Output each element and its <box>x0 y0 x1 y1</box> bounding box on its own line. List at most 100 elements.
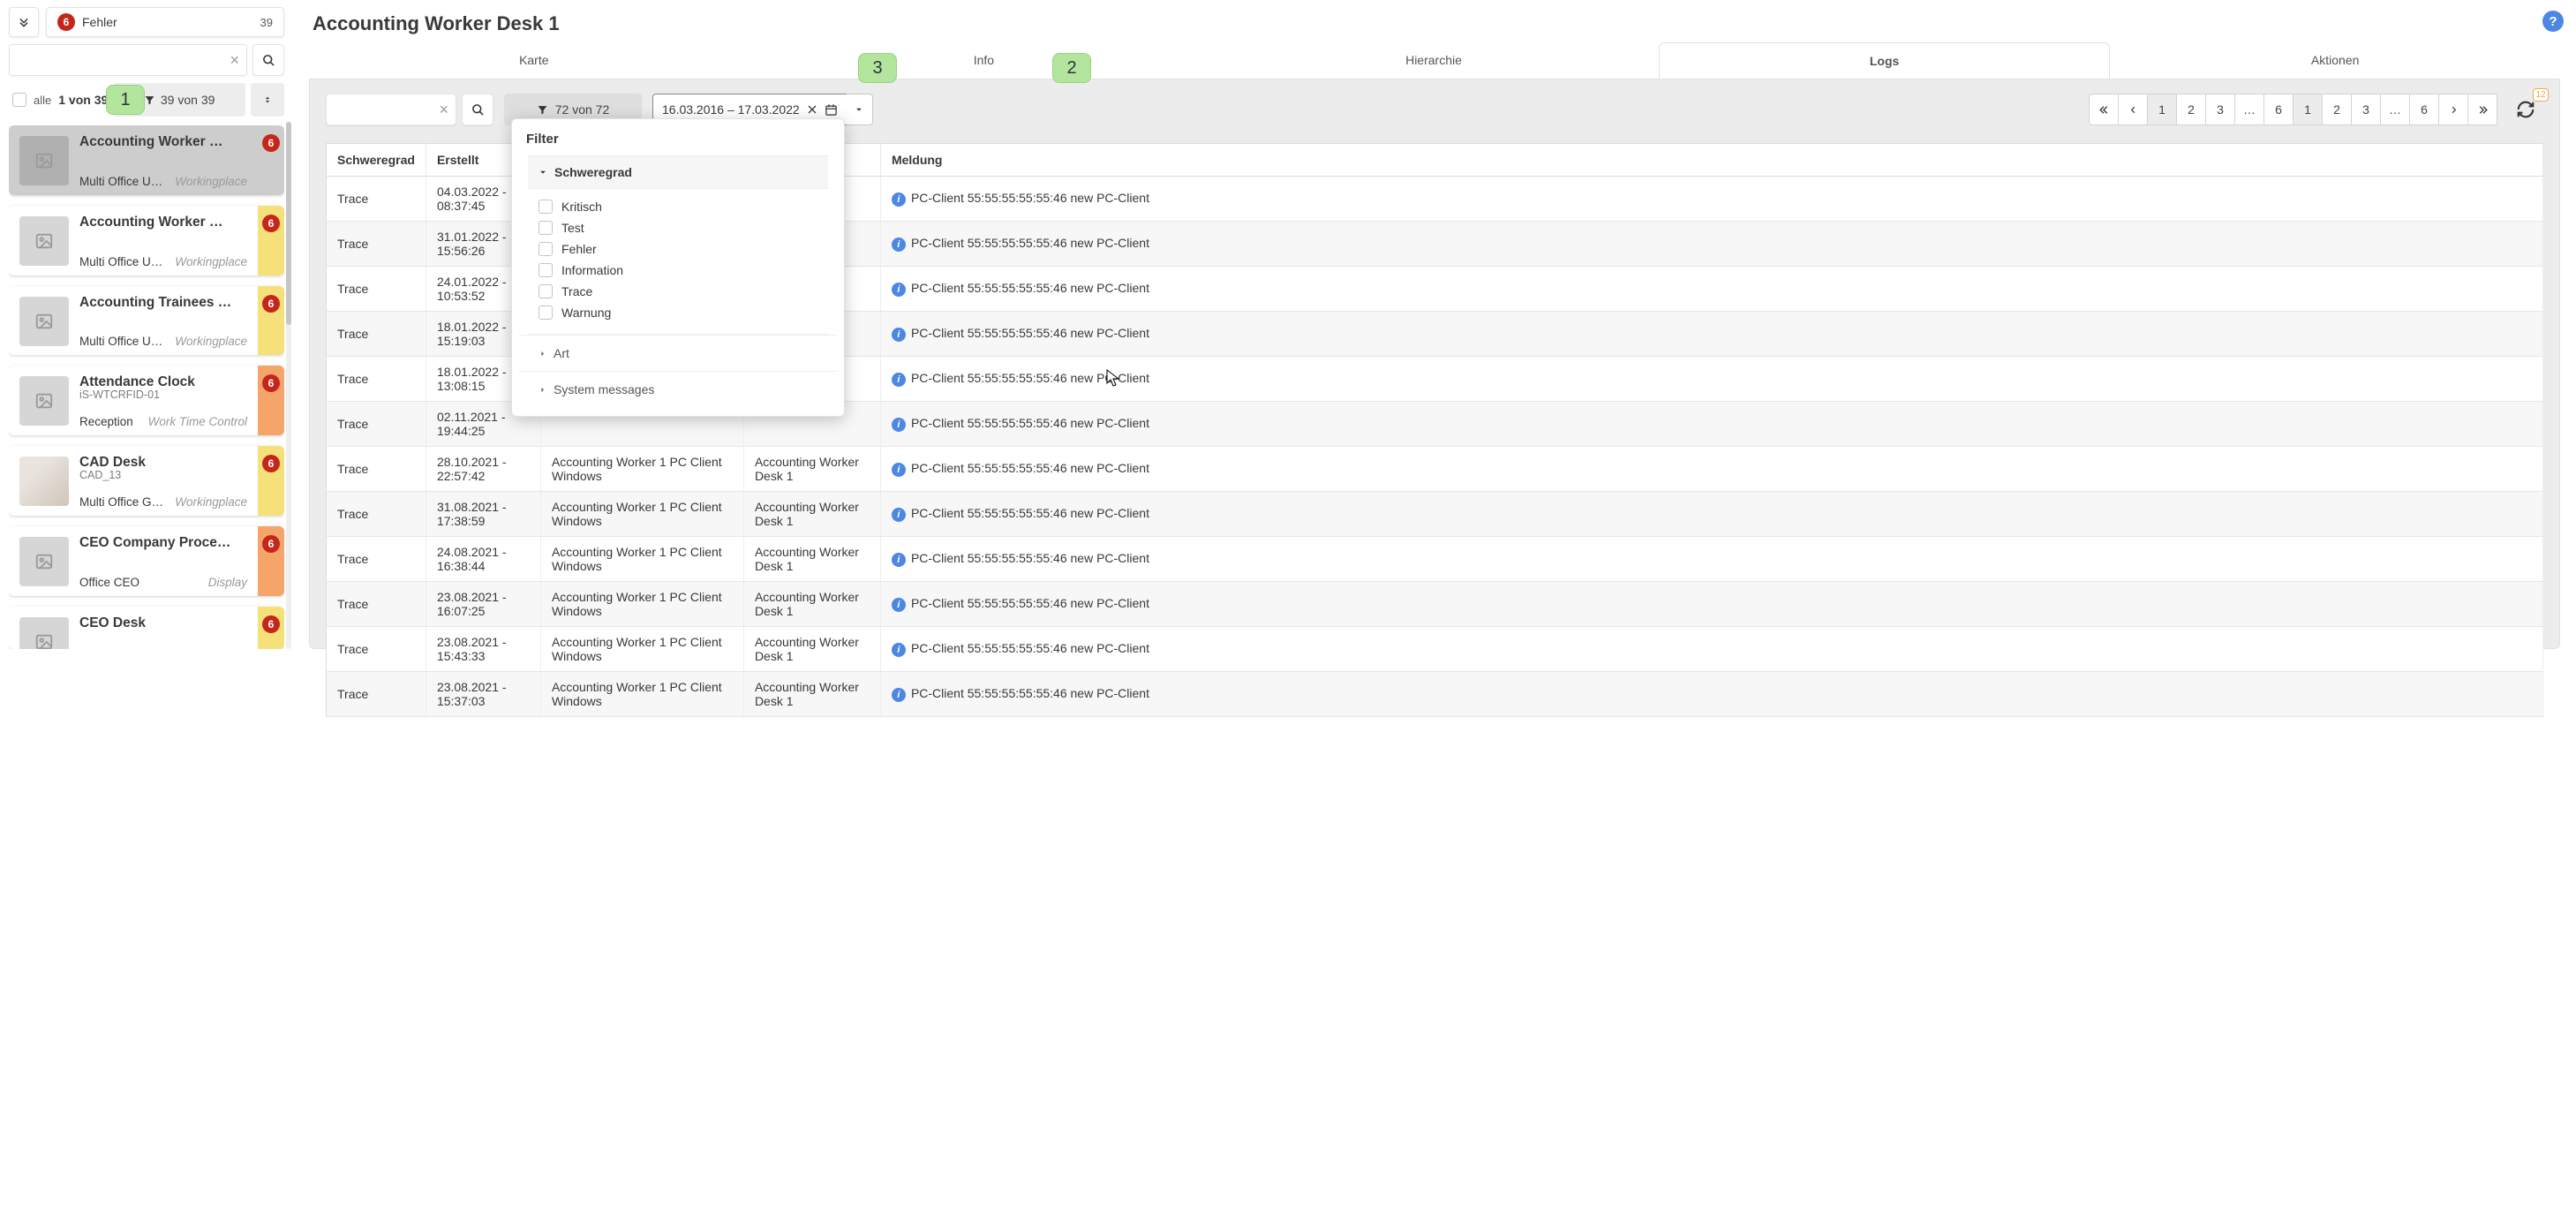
card-tag: Workingplace <box>175 495 247 509</box>
info-icon: i <box>892 643 906 657</box>
table-row[interactable]: Trace 23.08.2021 - 15:37:03 Accounting W… <box>327 672 2543 717</box>
table-header[interactable]: Schweregrad <box>327 144 426 177</box>
card-stripe: 6 <box>258 366 284 435</box>
status-badge: 6 <box>262 295 280 313</box>
filter-group-severity[interactable]: Schweregrad <box>528 156 828 189</box>
table-row[interactable]: Trace 24.08.2021 - 16:38:44 Accounting W… <box>327 537 2543 582</box>
page-title: Accounting Worker Desk 1 <box>313 12 2560 35</box>
filter-option-label: Test <box>561 221 584 235</box>
card-thumbnail <box>19 537 69 586</box>
filter-option[interactable]: Information <box>539 260 817 281</box>
page-ellipsis: … <box>2380 94 2410 125</box>
table-row[interactable]: Trace 23.08.2021 - 16:07:25 Accounting W… <box>327 582 2543 627</box>
tab-karte[interactable]: Karte <box>309 42 759 79</box>
checkbox-icon <box>539 306 553 320</box>
caret-down-icon <box>855 105 863 114</box>
date-range-dropdown[interactable] <box>847 94 873 125</box>
filter-option[interactable]: Warnung <box>539 302 817 323</box>
chevron-left-icon <box>2128 105 2138 115</box>
sidebar-search-input[interactable]: × <box>9 44 247 76</box>
filter-option[interactable]: Trace <box>539 281 817 302</box>
sidebar-scrollbar[interactable] <box>286 122 291 649</box>
card-location: Multi Office U… <box>79 335 162 348</box>
checkbox-icon <box>539 284 553 298</box>
filter-group-collapsed[interactable]: Art <box>519 335 837 371</box>
scroll-thumb[interactable] <box>286 122 291 325</box>
alle-label: alle <box>34 94 51 107</box>
card-stripe: 6 <box>258 446 284 516</box>
sidebar-card[interactable]: 6 Attendance Clock iS-WTCRFID-01 Recepti… <box>9 366 284 435</box>
filter-group-collapsed[interactable]: System messages <box>519 371 837 407</box>
cell-severity: Trace <box>327 627 426 672</box>
page-number[interactable]: 2 <box>2176 94 2206 125</box>
page-number[interactable]: 1 <box>2293 94 2323 125</box>
cell-severity: Trace <box>327 672 426 717</box>
close-icon[interactable] <box>807 104 817 115</box>
calendar-icon[interactable] <box>825 103 838 117</box>
info-icon: i <box>892 598 906 612</box>
cell-message: iPC-Client 55:55:55:55:55:46 new PC-Clie… <box>880 267 2542 312</box>
page-prev[interactable] <box>2118 94 2148 125</box>
image-icon <box>33 552 56 571</box>
logs-search-button[interactable] <box>462 94 493 125</box>
cell-severity: Trace <box>327 267 426 312</box>
sidebar: 6 Fehler 39 × alle 1 von 39 39 von 39 <box>0 0 293 649</box>
sidebar-card-list[interactable]: 6 Accounting Worker … Multi Office U…Wor… <box>9 125 284 649</box>
page-number[interactable]: 3 <box>2205 94 2235 125</box>
sidebar-search-button[interactable] <box>252 44 284 76</box>
page-last[interactable] <box>2467 94 2497 125</box>
checkbox-icon <box>12 93 26 107</box>
table-row[interactable]: Trace 28.10.2021 - 22:57:42 Accounting W… <box>327 447 2543 492</box>
filter-option-label: Fehler <box>561 242 597 256</box>
tab-aktionen[interactable]: Aktionen <box>2110 42 2560 79</box>
filter-option[interactable]: Kritisch <box>539 196 817 217</box>
filter-icon <box>144 94 155 106</box>
select-all-checkbox[interactable]: alle 1 von 39 <box>9 93 108 107</box>
table-row[interactable]: Trace 23.08.2021 - 15:43:33 Accounting W… <box>327 627 2543 672</box>
cell-message: iPC-Client 55:55:55:55:55:46 new PC-Clie… <box>880 582 2542 627</box>
tab-hierarchie[interactable]: Hierarchie <box>1209 42 1659 79</box>
cell-created: 23.08.2021 - 15:37:03 <box>426 672 540 717</box>
page-number[interactable]: 1 <box>2147 94 2177 125</box>
tab-logs[interactable]: Logs <box>1659 42 2111 79</box>
sidebar-card[interactable]: 6 Accounting Trainees … Multi Office U…W… <box>9 286 284 356</box>
sidebar-card[interactable]: 6 CEO Company Proce… Office CEODisplay <box>9 526 284 596</box>
page-number[interactable]: 6 <box>2263 94 2294 125</box>
sidebar-card[interactable]: 6 Accounting Worker … Multi Office U…Wor… <box>9 206 284 275</box>
refresh-button[interactable]: 12 <box>2508 94 2543 125</box>
page-next[interactable] <box>2438 94 2468 125</box>
page-number[interactable]: 2 <box>2322 94 2352 125</box>
filter-popover-title: Filter <box>512 119 844 155</box>
card-thumbnail <box>19 617 69 649</box>
filter-option[interactable]: Fehler <box>539 238 817 260</box>
clear-icon[interactable]: × <box>439 101 448 119</box>
status-badge: 6 <box>262 455 280 472</box>
cell-source: Accounting Worker 1 PC Client Windows <box>540 627 743 672</box>
sidebar-card[interactable]: 6 CAD Desk CAD_13 Multi Office G…Working… <box>9 446 284 516</box>
sidebar-collapse-button[interactable] <box>9 7 39 37</box>
status-badge: 6 <box>262 535 280 553</box>
page-number[interactable]: 3 <box>2351 94 2381 125</box>
help-button[interactable]: ? <box>2542 11 2564 32</box>
cell-message: iPC-Client 55:55:55:55:55:46 new PC-Clie… <box>880 177 2542 222</box>
checkbox-icon <box>539 221 553 235</box>
tab-info[interactable]: Info <box>759 42 1209 79</box>
sidebar-sort-button[interactable] <box>251 83 284 117</box>
card-subtitle: CAD_13 <box>79 469 252 481</box>
sidebar-filter-chip[interactable]: 6 Fehler 39 <box>46 7 284 37</box>
logs-search-input[interactable]: × <box>326 94 456 125</box>
search-icon <box>471 103 485 117</box>
sidebar-card[interactable]: 6 Accounting Worker … Multi Office U…Wor… <box>9 125 284 195</box>
page-number[interactable]: 6 <box>2409 94 2439 125</box>
table-row[interactable]: Trace 31.08.2021 - 17:38:59 Accounting W… <box>327 492 2543 537</box>
clear-icon[interactable]: × <box>230 51 239 70</box>
table-header[interactable]: Meldung <box>880 144 2542 177</box>
logs-filter-count-text: 72 von 72 <box>555 102 610 117</box>
double-chevron-left-icon <box>2098 104 2110 116</box>
checkbox-icon <box>539 263 553 277</box>
sidebar-card[interactable]: 6 CEO Desk <box>9 607 284 649</box>
filter-option[interactable]: Test <box>539 217 817 238</box>
page-first[interactable] <box>2089 94 2119 125</box>
image-icon <box>33 312 56 331</box>
tab-bar: KarteInfoHierarchieLogsAktionen <box>309 42 2560 79</box>
